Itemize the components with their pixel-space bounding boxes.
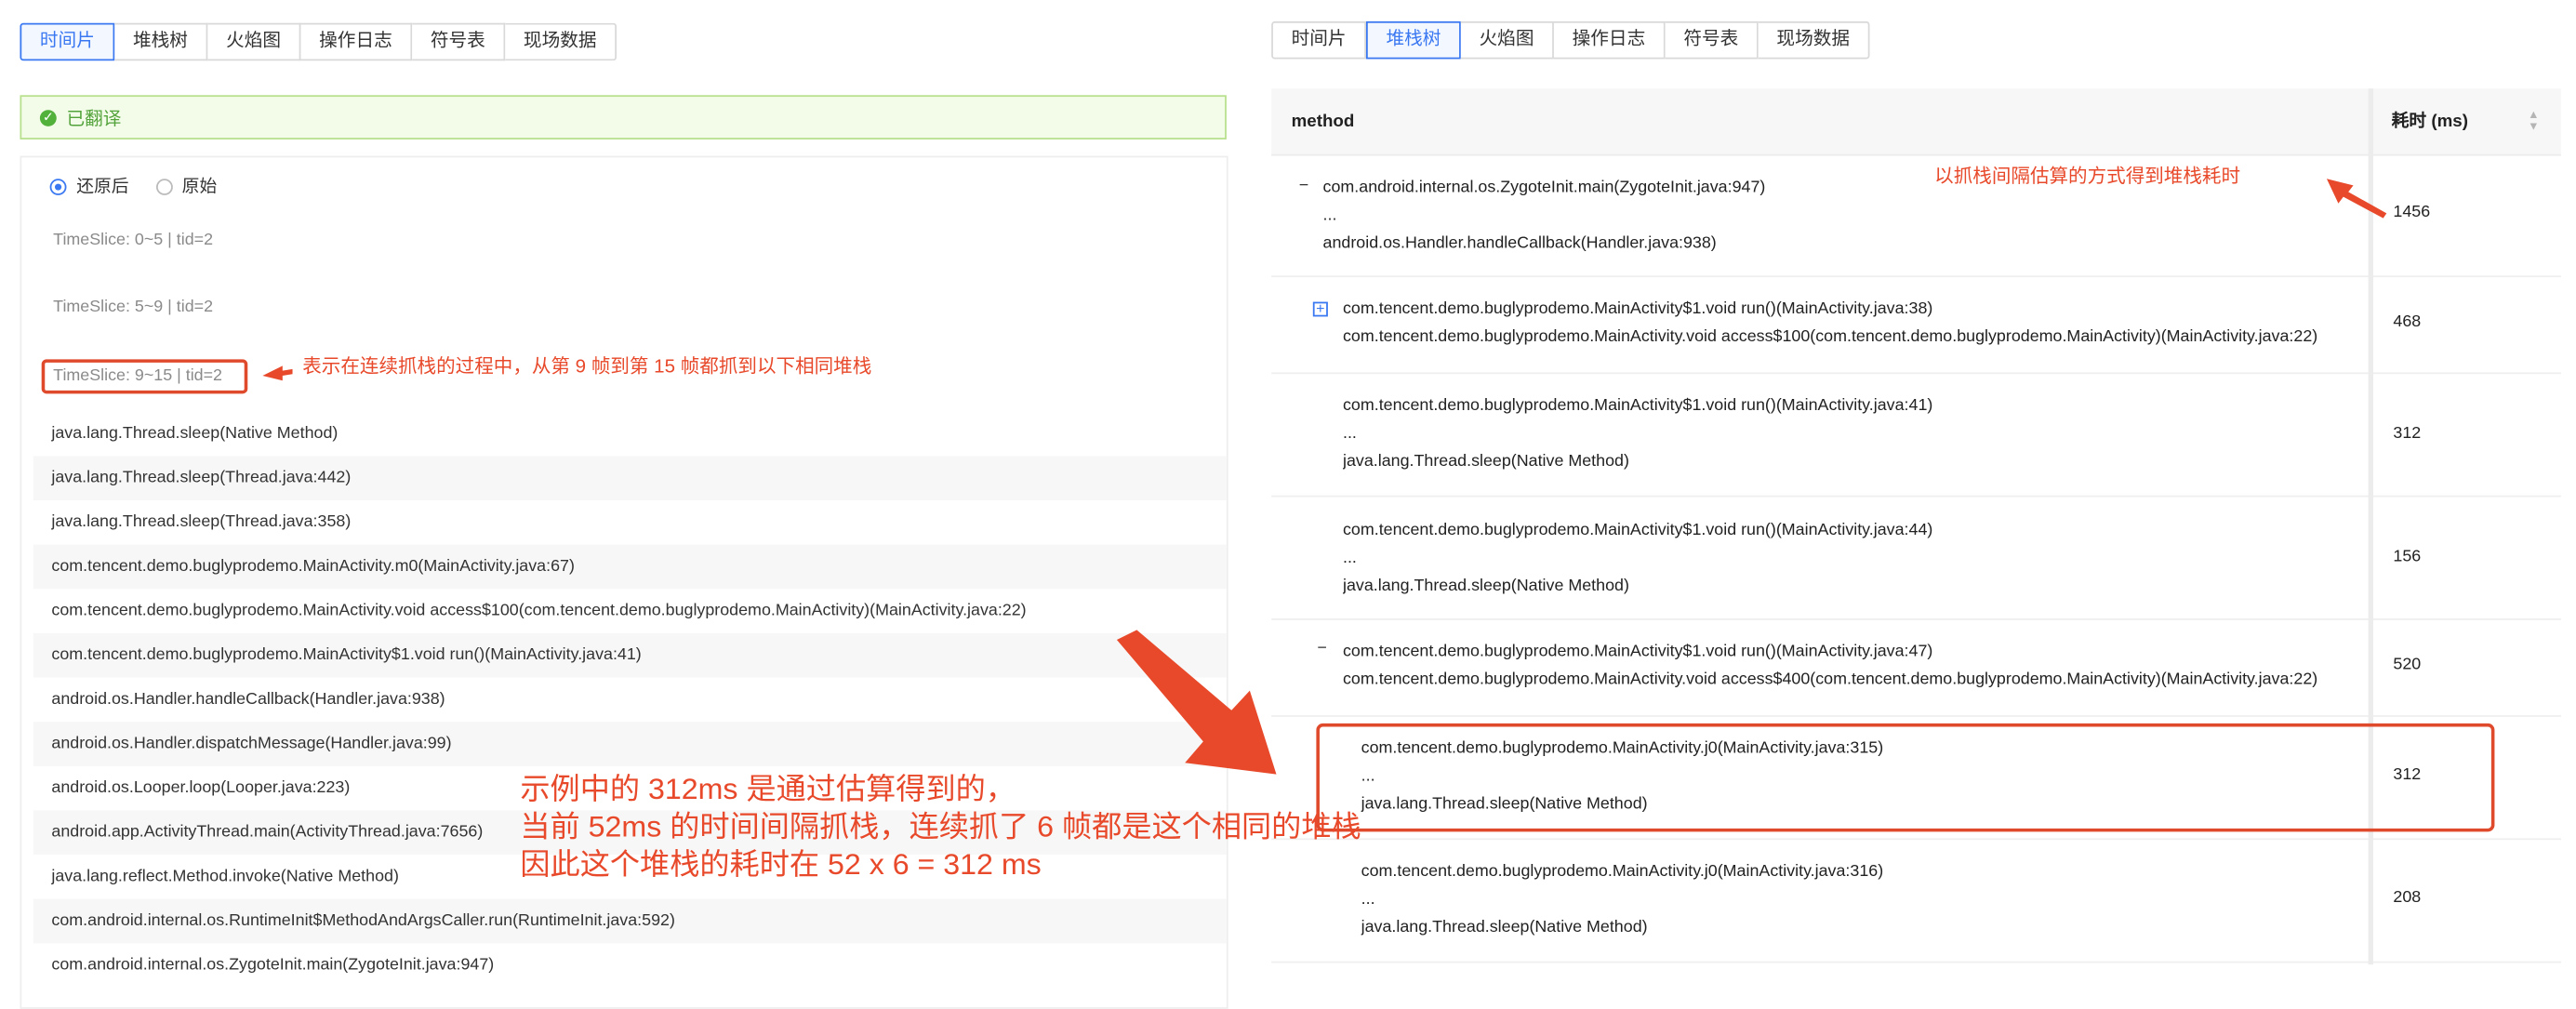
explanation-line: 因此这个堆栈的耗时在 52 x 6 = 312 ms xyxy=(520,847,1042,882)
arrow-big-diagonal xyxy=(1116,630,1277,775)
arrow-to-time xyxy=(2326,179,2387,219)
estimate-explanation: 示例中的 312ms 是通过估算得到的， 当前 52ms 的时间间隔抓栈，连续抓… xyxy=(520,771,1361,884)
explanation-line: 当前 52ms 的时间间隔抓栈，连续抓了 6 帧都是这个相同的堆栈 xyxy=(520,810,1361,843)
explanation-line: 示例中的 312ms 是通过估算得到的， xyxy=(520,772,1016,806)
arrow-small-left xyxy=(262,365,293,381)
screenshot-canvas: 时间片 堆栈树 火焰图 操作日志 符号表 现场数据 ✓ 已翻译 还原后 原始 T… xyxy=(0,0,2576,1009)
